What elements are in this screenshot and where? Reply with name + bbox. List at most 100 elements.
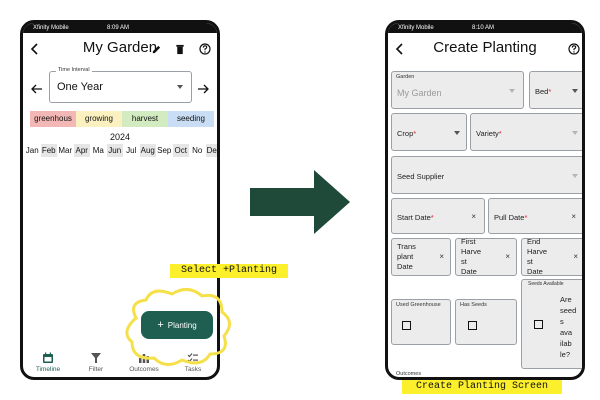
dropdown-caret-icon bbox=[572, 131, 578, 135]
time-interval-row: Time Interval One Year bbox=[23, 67, 217, 109]
flow-arrow-icon bbox=[250, 170, 350, 234]
trash-icon[interactable] bbox=[175, 44, 185, 55]
month-label: Sep bbox=[157, 146, 172, 155]
used-greenhouse-field: Used Greenhouse bbox=[391, 299, 451, 345]
label-line: st bbox=[527, 257, 533, 266]
has-seeds-label: Has Seeds bbox=[460, 302, 487, 308]
variety-text: Variety bbox=[476, 129, 499, 138]
time-interval-select[interactable]: Time Interval One Year bbox=[49, 67, 192, 103]
month-label: Ma bbox=[92, 146, 104, 155]
garden-value: My Garden bbox=[397, 88, 442, 98]
clear-icon[interactable]: × bbox=[505, 252, 510, 261]
carrier-label: Xfinity Mobile bbox=[33, 25, 69, 31]
bed-text: Bed bbox=[535, 87, 549, 96]
month-label: Dec bbox=[205, 144, 220, 157]
stage-growing: growing bbox=[76, 111, 122, 127]
app-bar: Create Planting bbox=[388, 33, 582, 65]
stage-greenhouse: greenhous bbox=[30, 111, 76, 127]
pencil-icon[interactable] bbox=[151, 44, 162, 55]
page-title: Create Planting bbox=[433, 39, 537, 56]
dropdown-caret-icon bbox=[572, 174, 578, 178]
label-line: seed bbox=[560, 306, 577, 315]
label-line: Date bbox=[461, 267, 477, 276]
dropdown-caret-icon bbox=[454, 131, 460, 135]
month-label: Aug bbox=[139, 144, 156, 157]
label-line: Trans bbox=[397, 242, 416, 251]
label-line: End bbox=[527, 237, 541, 246]
filter-icon bbox=[91, 353, 101, 363]
end-harvest-date-field[interactable]: End Harve st Date × bbox=[521, 237, 582, 277]
variety-select[interactable]: Variety* bbox=[470, 113, 582, 151]
stage-harvest: harvest bbox=[122, 111, 168, 127]
seed-supplier-select[interactable]: Seed Supplier bbox=[391, 156, 582, 194]
seed-supplier-label: Seed Supplier bbox=[397, 172, 445, 181]
outcomes-label: Outcomes bbox=[396, 371, 422, 377]
nav-filter[interactable]: Filter bbox=[71, 349, 121, 373]
label-line: st bbox=[461, 257, 467, 266]
timeline-months: Jan Feb Mar Apr Ma Jun Jul Aug Sep Oct N… bbox=[24, 144, 220, 157]
end-harvest-date-label: End Harve st Date bbox=[527, 237, 547, 277]
first-harvest-date-label: First Harve st Date bbox=[461, 237, 481, 277]
highlight-scribble bbox=[125, 288, 231, 366]
time-interval-value: One Year bbox=[57, 81, 103, 93]
transplant-date-field[interactable]: Trans plant Date × bbox=[391, 238, 451, 276]
nav-label: Filter bbox=[88, 366, 104, 373]
start-date-text: Start Date bbox=[397, 213, 431, 222]
clear-icon[interactable]: × bbox=[571, 212, 576, 221]
bed-select[interactable]: Bed* bbox=[529, 71, 582, 109]
used-greenhouse-label: Used Greenhouse bbox=[396, 302, 441, 308]
label-line: le? bbox=[560, 350, 571, 359]
month-label: No bbox=[192, 146, 203, 155]
start-date-field[interactable]: Start Date* × bbox=[391, 198, 485, 234]
seeds-available-label: Seeds Available bbox=[528, 281, 564, 287]
status-bar: Xfinity Mobile 8:09 AM bbox=[23, 23, 217, 33]
garden-label: Garden bbox=[396, 74, 415, 80]
has-seeds-field: Has Seeds bbox=[455, 299, 517, 345]
used-greenhouse-checkbox[interactable] bbox=[402, 321, 411, 330]
crop-select[interactable]: Crop* bbox=[391, 113, 467, 151]
nav-timeline[interactable]: Timeline bbox=[23, 349, 73, 373]
month-label: Mar bbox=[58, 146, 73, 155]
month-label: Jan bbox=[25, 146, 39, 155]
label-line: Date bbox=[397, 262, 413, 271]
clear-icon[interactable]: × bbox=[439, 252, 444, 261]
clear-icon[interactable]: × bbox=[573, 252, 578, 261]
dropdown-caret-icon bbox=[572, 89, 578, 93]
previous-arrow-icon[interactable] bbox=[31, 84, 43, 94]
crop-label: Crop* bbox=[397, 129, 417, 138]
crop-text: Crop bbox=[397, 129, 414, 138]
app-bar: My Garden bbox=[23, 33, 217, 65]
timeline-year: 2024 bbox=[109, 132, 131, 142]
select-planting-callout: Select +Planting bbox=[170, 264, 288, 278]
page-title: My Garden bbox=[82, 39, 158, 56]
help-icon[interactable] bbox=[199, 43, 211, 55]
help-icon[interactable] bbox=[568, 43, 580, 55]
label-line: ava bbox=[560, 328, 573, 337]
phone-create-planting: Xfinity Mobile 8:10 AM Create Planting G… bbox=[385, 20, 585, 380]
label-line: s bbox=[560, 317, 564, 326]
status-bar: Xfinity Mobile 8:10 AM bbox=[388, 23, 582, 33]
variety-label: Variety* bbox=[476, 129, 502, 138]
dropdown-caret-icon bbox=[509, 89, 515, 93]
stage-seeding: seeding bbox=[168, 111, 214, 127]
next-arrow-icon[interactable] bbox=[197, 84, 209, 94]
start-date-label: Start Date* bbox=[397, 213, 434, 222]
garden-select[interactable]: Garden My Garden bbox=[391, 71, 524, 109]
label-line: Harve bbox=[527, 247, 548, 256]
bed-label: Bed* bbox=[535, 87, 552, 96]
month-label: Feb bbox=[40, 144, 57, 157]
stage-legend: greenhous growing harvest seeding bbox=[30, 111, 214, 127]
carrier-label: Xfinity Mobile bbox=[398, 25, 434, 31]
create-planting-callout: Create Planting Screen bbox=[402, 380, 562, 394]
month-label: Oct bbox=[172, 144, 189, 157]
seeds-available-checkbox[interactable] bbox=[534, 320, 543, 329]
has-seeds-checkbox[interactable] bbox=[468, 321, 477, 330]
pull-date-field[interactable]: Pull Date* × bbox=[488, 198, 582, 234]
label-line: plant bbox=[397, 252, 414, 261]
clear-icon[interactable]: × bbox=[471, 212, 476, 221]
transplant-date-label: Trans plant Date bbox=[397, 242, 416, 272]
month-label: Apr bbox=[73, 144, 90, 157]
label-line: First bbox=[461, 237, 476, 246]
month-label: Jun bbox=[106, 144, 123, 157]
first-harvest-date-field[interactable]: First Harve st Date × bbox=[455, 237, 517, 277]
